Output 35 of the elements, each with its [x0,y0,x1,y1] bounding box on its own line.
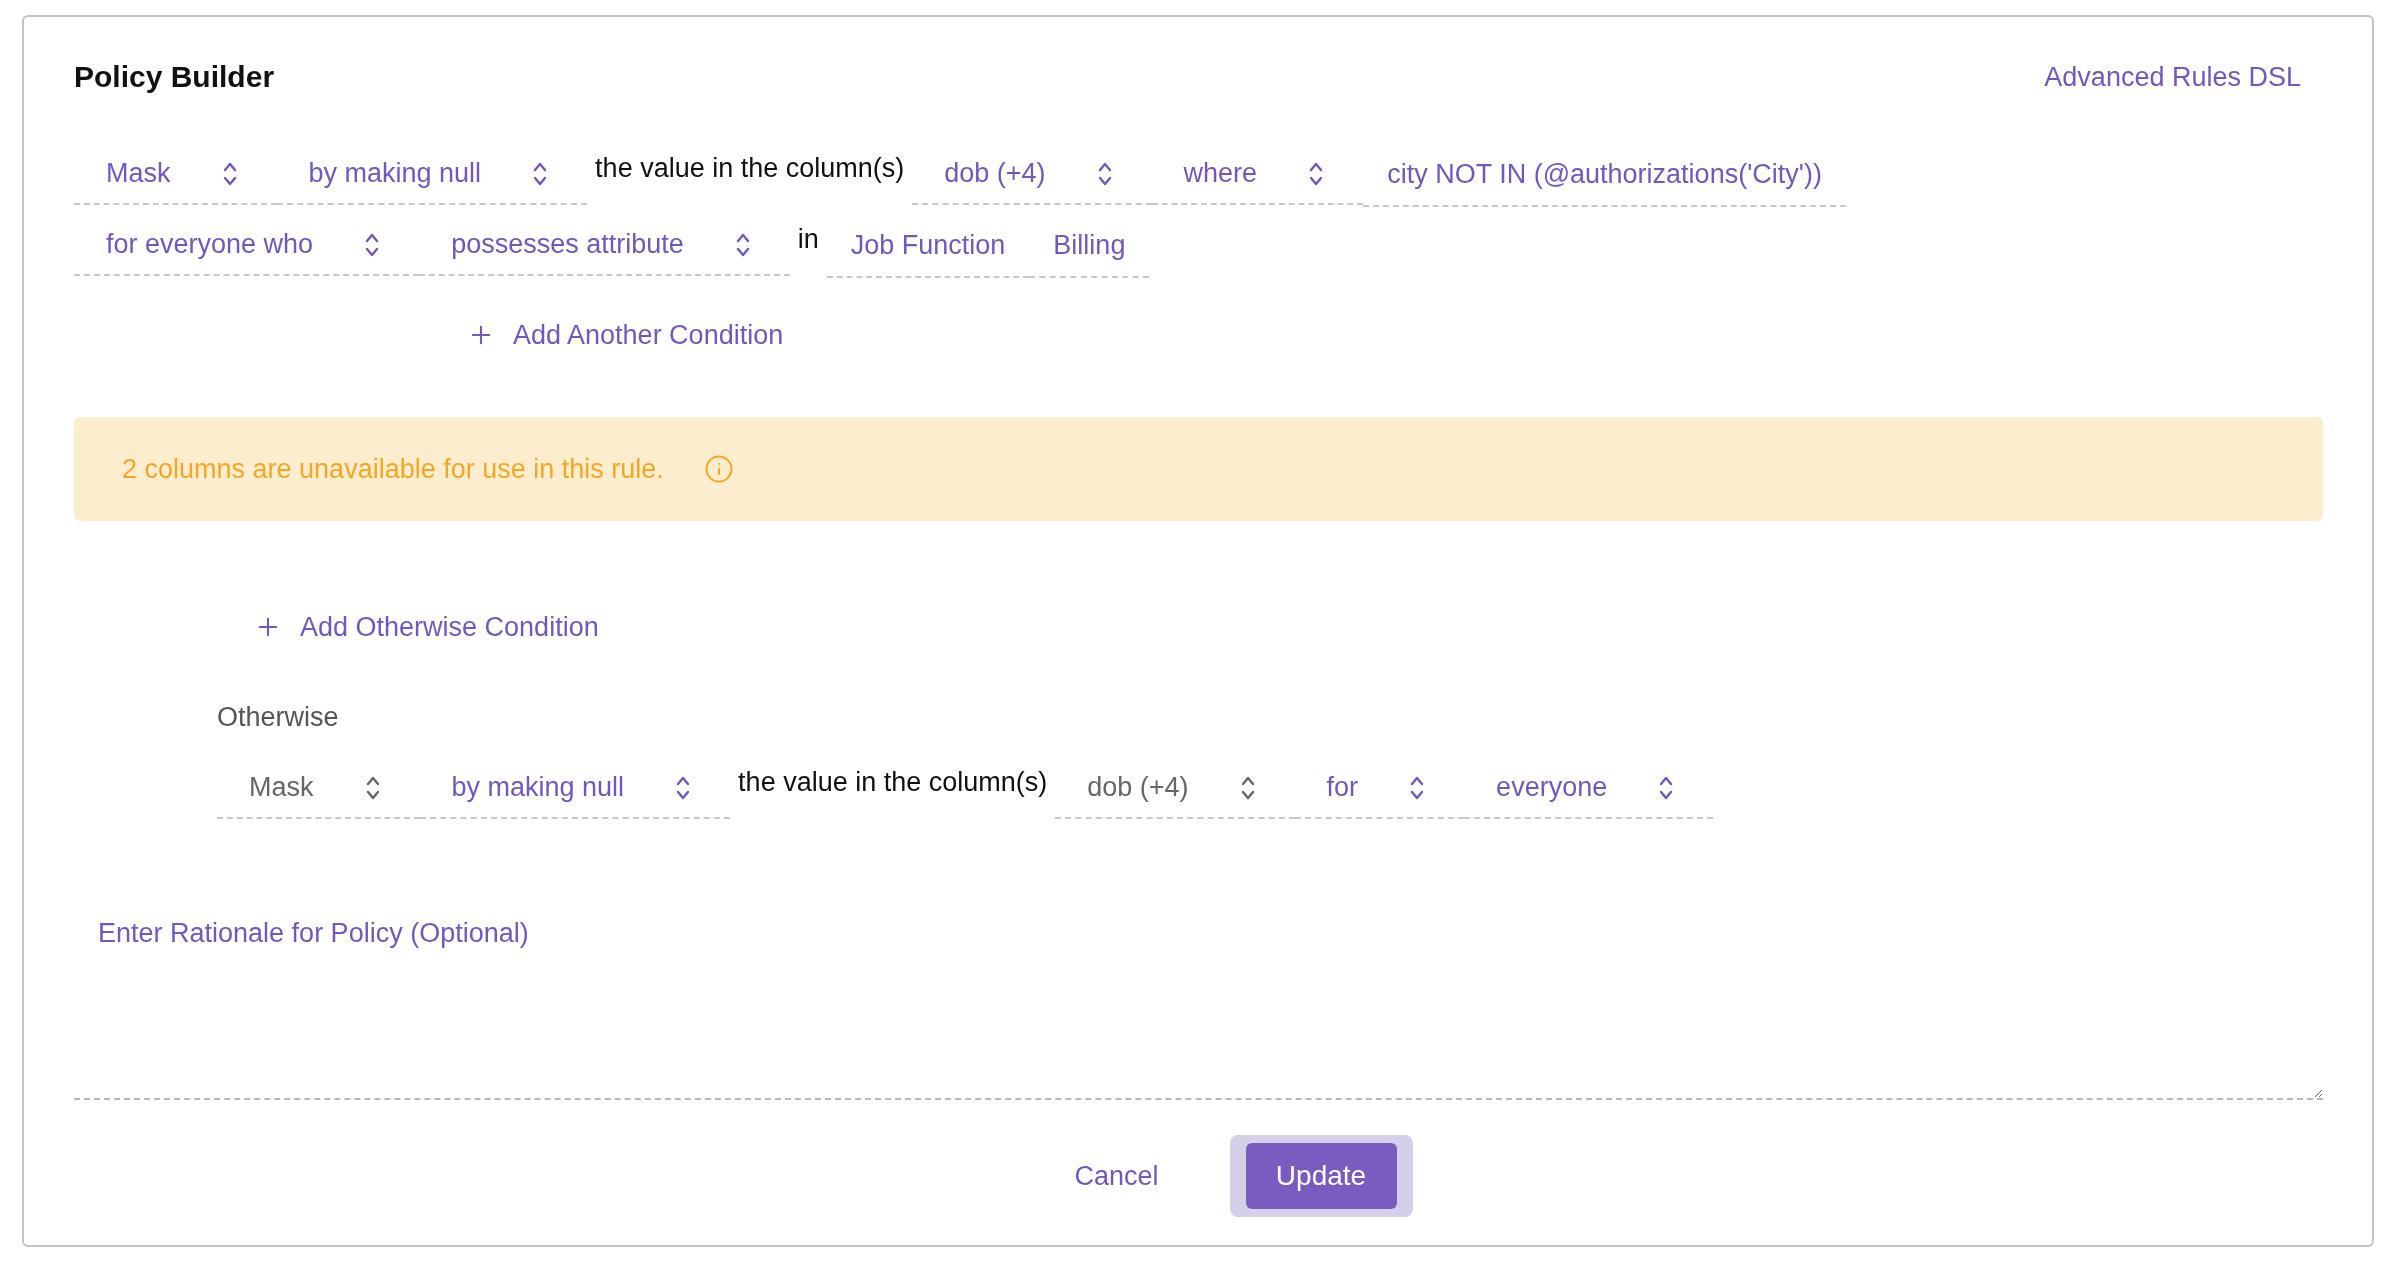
add-otherwise-link[interactable]: Add Otherwise Condition [254,602,599,652]
chevron-updown-icon [365,774,380,801]
add-condition-link[interactable]: Add Another Condition [467,310,784,360]
dropdown-select[interactable]: by making null [419,758,731,819]
chevron-updown-icon [676,774,691,801]
dropdown-select[interactable]: possesses attribute [419,215,790,276]
rule-text: the value in the column(s) [594,152,906,185]
rule-text: in [796,223,820,256]
value-field[interactable]: Job Function [826,215,1030,278]
chevron-updown-icon [735,231,750,258]
chevron-updown-icon [533,160,548,187]
dropdown-select[interactable]: by making null [276,144,588,205]
dsl-link[interactable]: Advanced Rules DSL [2044,61,2301,93]
warning-text: 2 columns are unavailable for use in this rule. [122,453,664,485]
otherwise-label: Otherwise [217,702,339,733]
chevron-updown-icon [222,160,237,187]
value-field[interactable]: Billing [1029,215,1150,278]
update-button[interactable]: Update [1245,1143,1397,1209]
chevron-updown-icon [1410,774,1425,801]
dropdown-select[interactable]: everyone [1464,758,1714,819]
chevron-updown-icon [365,231,380,258]
dropdown-select[interactable]: for [1294,758,1465,819]
info-icon[interactable] [703,454,734,484]
chevron-updown-icon [1240,774,1255,801]
rule-text: the value in the column(s) [737,766,1049,799]
page-title: Policy Builder [74,60,275,94]
chevron-updown-icon [1097,160,1112,187]
dropdown-select[interactable]: Mask [74,144,277,205]
cancel-button[interactable]: Cancel [1074,1160,1159,1192]
value-field[interactable]: city NOT IN (@authorizations('City')) [1363,144,1846,207]
chevron-updown-icon [1309,160,1324,187]
chevron-updown-icon [1659,774,1674,801]
dropdown-select[interactable]: for everyone who [74,215,420,276]
dropdown-select[interactable]: where [1151,144,1364,205]
dropdown-select[interactable]: dob (+4) [912,144,1152,205]
